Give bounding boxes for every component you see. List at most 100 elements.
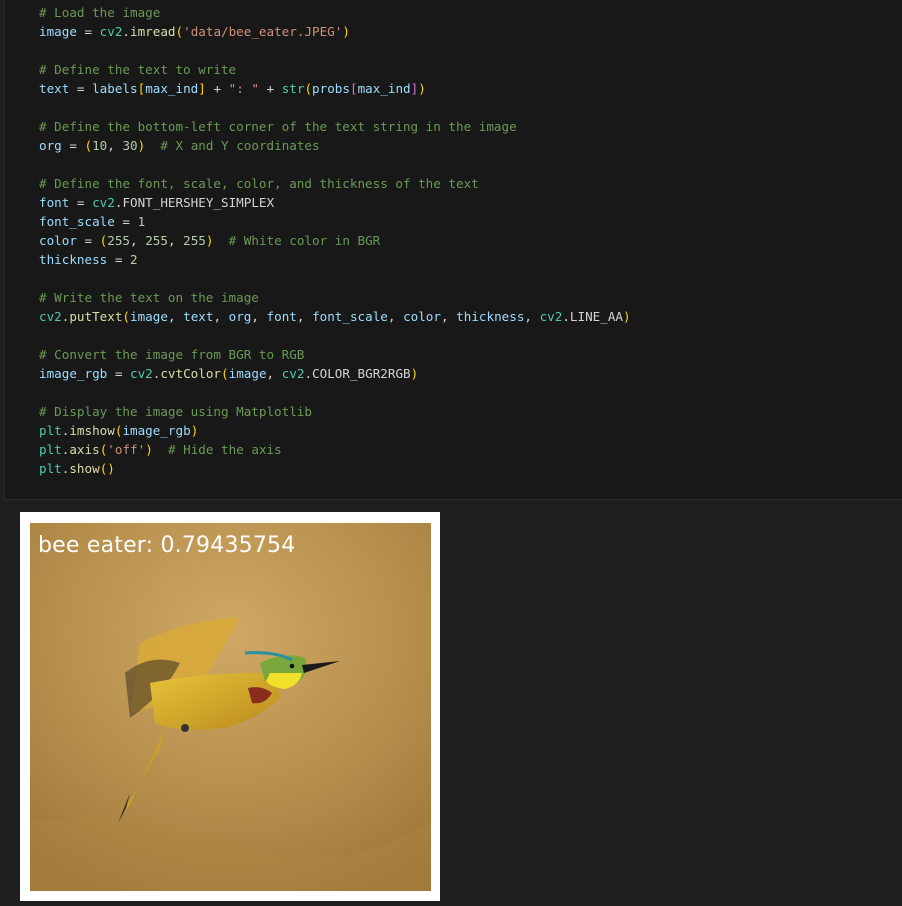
code-token: cvtColor — [160, 366, 222, 381]
code-token: ) — [342, 24, 350, 39]
code-token: max_ind — [357, 81, 411, 96]
code-token: # White color in BGR — [228, 233, 381, 248]
code-line[interactable]: font_scale = 1 — [39, 212, 631, 231]
code-token: str — [281, 81, 305, 96]
code-token: 'off' — [107, 442, 146, 457]
code-token: font_scale — [39, 214, 115, 229]
code-token: ) — [410, 366, 419, 381]
code-token: , — [130, 233, 146, 248]
code-token: # X and Y coordinates — [160, 138, 320, 153]
code-line[interactable]: plt.imshow(image_rgb) — [39, 421, 631, 440]
code-token: text — [39, 81, 70, 96]
code-token: = — [61, 138, 85, 153]
code-token: # Convert the image from BGR to RGB — [39, 347, 305, 362]
code-line[interactable]: plt.show() — [39, 459, 631, 478]
code-token: . — [562, 309, 570, 324]
code-editor[interactable]: # Load the image image = cv2.imread('data… — [39, 3, 631, 478]
code-line[interactable]: # Convert the image from BGR to RGB — [39, 345, 631, 364]
code-token: color — [403, 309, 441, 324]
code-line[interactable] — [39, 98, 631, 117]
code-token: putText — [69, 309, 123, 324]
code-token: ": " — [228, 81, 259, 96]
code-token: , — [213, 309, 229, 324]
code-token: , — [440, 309, 457, 324]
code-token: 'data/bee_eater.JPEG' — [183, 24, 343, 39]
code-token: cv2 — [92, 195, 115, 210]
code-token: = — [69, 81, 93, 96]
code-token: cv2 — [39, 309, 62, 324]
code-token: () — [99, 461, 115, 476]
code-line[interactable]: # Write the text on the image — [39, 288, 631, 307]
bee-eater-bird-photo — [30, 523, 431, 891]
code-line[interactable]: # Define the text to write — [39, 60, 631, 79]
code-line[interactable] — [39, 326, 631, 345]
code-token: # Display the image using Matplotlib — [39, 404, 312, 419]
code-token: = — [114, 214, 138, 229]
code-line[interactable]: font = cv2.FONT_HERSHEY_SIMPLEX — [39, 193, 631, 212]
code-token: FONT_HERSHEY_SIMPLEX — [122, 195, 275, 210]
code-line[interactable]: # Define the bottom-left corner of the t… — [39, 117, 631, 136]
code-token: plt — [39, 423, 62, 438]
code-token: # Load the image — [39, 5, 161, 20]
code-token: org — [228, 309, 252, 324]
code-token: ( — [221, 366, 229, 381]
code-line[interactable]: image = cv2.imread('data/bee_eater.JPEG'… — [39, 22, 631, 41]
code-line[interactable]: # Display the image using Matplotlib — [39, 402, 631, 421]
code-token: . — [122, 24, 131, 39]
code-token: imread — [130, 24, 176, 39]
code-token: image — [228, 366, 267, 381]
code-token: , — [251, 309, 267, 324]
code-token: 2 — [130, 252, 138, 267]
code-token: plt — [39, 461, 62, 476]
code-token: , — [167, 233, 184, 248]
code-token: thickness — [456, 309, 525, 324]
code-token: imshow — [69, 423, 115, 438]
code-token: image — [130, 309, 168, 324]
code-line[interactable]: plt.axis('off') # Hide the axis — [39, 440, 631, 459]
code-token: COLOR_BGR2RGB — [312, 366, 411, 381]
code-line[interactable]: cv2. putText(image, text, org, font, font… — [39, 307, 631, 326]
output-image: bee eater: 0.79435754 — [30, 523, 431, 891]
code-token: ( — [175, 24, 184, 39]
code-token: ] — [198, 81, 206, 96]
code-token: 1 — [137, 214, 146, 229]
code-token: max_ind — [145, 81, 199, 96]
code-token: . — [304, 366, 313, 381]
code-line[interactable]: # Load the image — [39, 3, 631, 22]
code-cell[interactable]: # Load the image image = cv2.imread('data… — [4, 0, 902, 500]
code-token: plt — [39, 442, 62, 457]
code-line[interactable]: text = labels[max_ind] + ": " + str(prob… — [39, 79, 631, 98]
code-token: font_scale — [312, 309, 388, 324]
code-line[interactable]: image_rgb = cv2.cvtColor(image, cv2.COLO… — [39, 364, 631, 383]
code-token: font — [266, 309, 297, 324]
code-token: + — [258, 81, 282, 96]
code-token: LINE_AA — [569, 309, 623, 324]
code-token: ) — [145, 442, 153, 457]
code-line[interactable]: thickness = 2 — [39, 250, 631, 269]
code-token: cv2 — [130, 366, 153, 381]
code-token: , — [524, 309, 540, 324]
code-token: = — [69, 195, 93, 210]
code-token: 10 — [92, 138, 108, 153]
code-token: , — [167, 309, 184, 324]
code-token: 255 — [145, 233, 168, 248]
code-line[interactable] — [39, 41, 631, 60]
code-line[interactable] — [39, 155, 631, 174]
code-line[interactable]: color = (255, 255, 255) # White color in… — [39, 231, 631, 250]
code-token: cv2 — [281, 366, 305, 381]
code-line[interactable]: org = (10, 30) # X and Y coordinates — [39, 136, 631, 155]
code-token: text — [183, 309, 214, 324]
code-token: cv2 — [539, 309, 563, 324]
code-token: ( — [122, 309, 131, 324]
code-token: org — [39, 138, 62, 153]
code-token: , — [296, 309, 313, 324]
code-line[interactable] — [39, 383, 631, 402]
code-token: font — [39, 195, 70, 210]
code-token: ( — [304, 81, 313, 96]
code-line[interactable] — [39, 269, 631, 288]
code-token: 255 — [183, 233, 206, 248]
code-token: ) — [418, 81, 426, 96]
code-line[interactable]: # Define the font, scale, color, and thi… — [39, 174, 631, 193]
